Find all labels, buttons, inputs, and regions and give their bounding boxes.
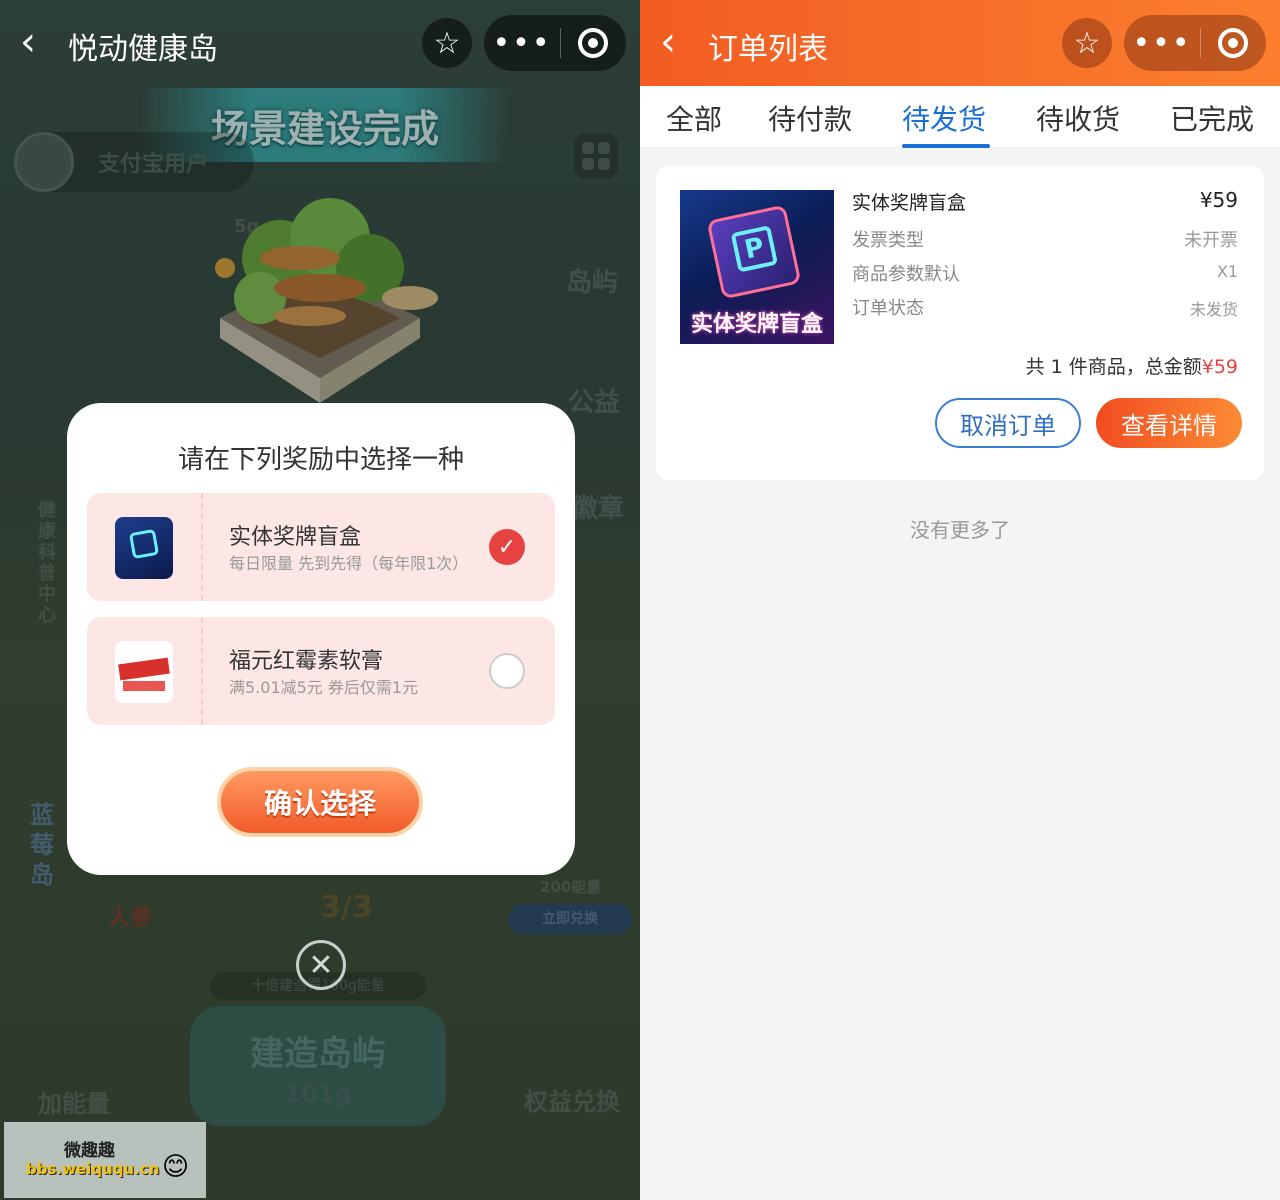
order-status-value: 未发货 [1189,300,1238,319]
medal-box-thumb [115,517,173,579]
option-thumb-box [87,617,203,725]
right-top-bar: ‹ 订单列表 ☆ ••• [640,0,1280,86]
tab-pending-shipment[interactable]: 待发货 [902,98,986,138]
close-program-icon[interactable] [1201,28,1265,58]
spec-value: X1 [1216,262,1238,281]
cancel-order-button[interactable]: 取消订单 [935,398,1081,448]
total-amount: ¥59 [1201,356,1238,378]
more-icon[interactable]: ••• [1124,26,1200,61]
modal-title: 请在下列奖励中选择一种 [177,445,464,475]
watermark-url: bbs.weiququ.cn [26,1160,160,1178]
invoice-type-label: 发票类型 [852,230,924,251]
mini-program-capsule: ••• [484,15,626,71]
order-card[interactable]: P 实体奖牌盲盒 实体奖牌盲盒 ¥59 发票类型 未开票 商品参数默认 X1 订… [656,166,1264,480]
more-icon[interactable]: ••• [484,26,560,61]
tab-pending-receipt[interactable]: 待收货 [1036,98,1120,138]
watermark: 微趣趣 bbs.weiququ.cn 😊 [4,1122,206,1198]
back-icon[interactable]: ‹ [660,22,676,62]
reward-select-modal: 请在下列奖励中选择一种 实体奖牌盲盒 每日限量 先到先得（每年限1次） ✓ 福元… [67,403,575,875]
product-image[interactable]: P 实体奖牌盲盒 [680,190,834,344]
option-name: 实体奖牌盲盒 [229,525,362,550]
spec-label: 商品参数默认 [852,264,960,285]
product-price: ¥59 [1199,188,1238,212]
mini-program-capsule: ••• [1124,15,1266,71]
cube-graphic: P [706,204,802,300]
check-icon[interactable]: ✓ [489,529,525,565]
ointment-thumb [115,641,173,703]
close-program-icon[interactable] [561,28,625,58]
invoice-type-value: 未开票 [1184,230,1238,251]
reward-option-ointment[interactable]: 福元红霉素软膏 满5.01减5元 券后仅需1元 [87,617,555,725]
mascot-icon: 😊 [162,1152,190,1182]
order-total: 共 1 件商品，总金额¥59 [1025,356,1238,378]
option-name: 福元红霉素软膏 [229,649,384,674]
option-thumb-box [87,493,203,601]
game-screen: 场景建设完成 支付宝用户 岛屿 公益 徽章 5g 健康科普中心 蓝莓岛 人参 3… [0,0,640,1200]
product-image-text: 实体奖牌盲盒 [690,312,823,337]
star-icon[interactable]: ☆ [1062,18,1112,68]
option-desc: 满5.01减5元 券后仅需1元 [229,678,419,697]
left-top-bar: ‹ 悦动健康岛 ☆ ••• [0,0,640,86]
tab-all[interactable]: 全部 [666,98,722,138]
radio-circle[interactable] [489,653,525,689]
order-tabs: 全部 待付款 待发货 待收货 已完成 [640,86,1280,148]
active-tab-indicator [902,144,990,148]
page-title: 订单列表 [708,32,828,67]
star-icon[interactable]: ☆ [422,18,472,68]
tab-completed[interactable]: 已完成 [1170,98,1254,138]
close-modal-icon[interactable]: ✕ [296,940,346,990]
watermark-title: 微趣趣 [64,1141,115,1161]
confirm-selection-button[interactable]: 确认选择 [217,767,423,837]
order-list-screen: ‹ 订单列表 ☆ ••• 全部 待付款 待发货 待收货 已完成 P 实体奖牌盲盒… [640,0,1280,1200]
order-status-label: 订单状态 [852,298,924,319]
back-icon[interactable]: ‹ [20,22,36,62]
option-desc: 每日限量 先到先得（每年限1次） [229,554,469,573]
product-name: 实体奖牌盲盒 [852,192,967,214]
reward-option-medal[interactable]: 实体奖牌盲盒 每日限量 先到先得（每年限1次） ✓ [87,493,555,601]
no-more-text: 没有更多了 [910,518,1010,542]
view-details-button[interactable]: 查看详情 [1096,398,1242,448]
page-title: 悦动健康岛 [68,32,218,67]
tab-pending-payment[interactable]: 待付款 [768,98,852,138]
